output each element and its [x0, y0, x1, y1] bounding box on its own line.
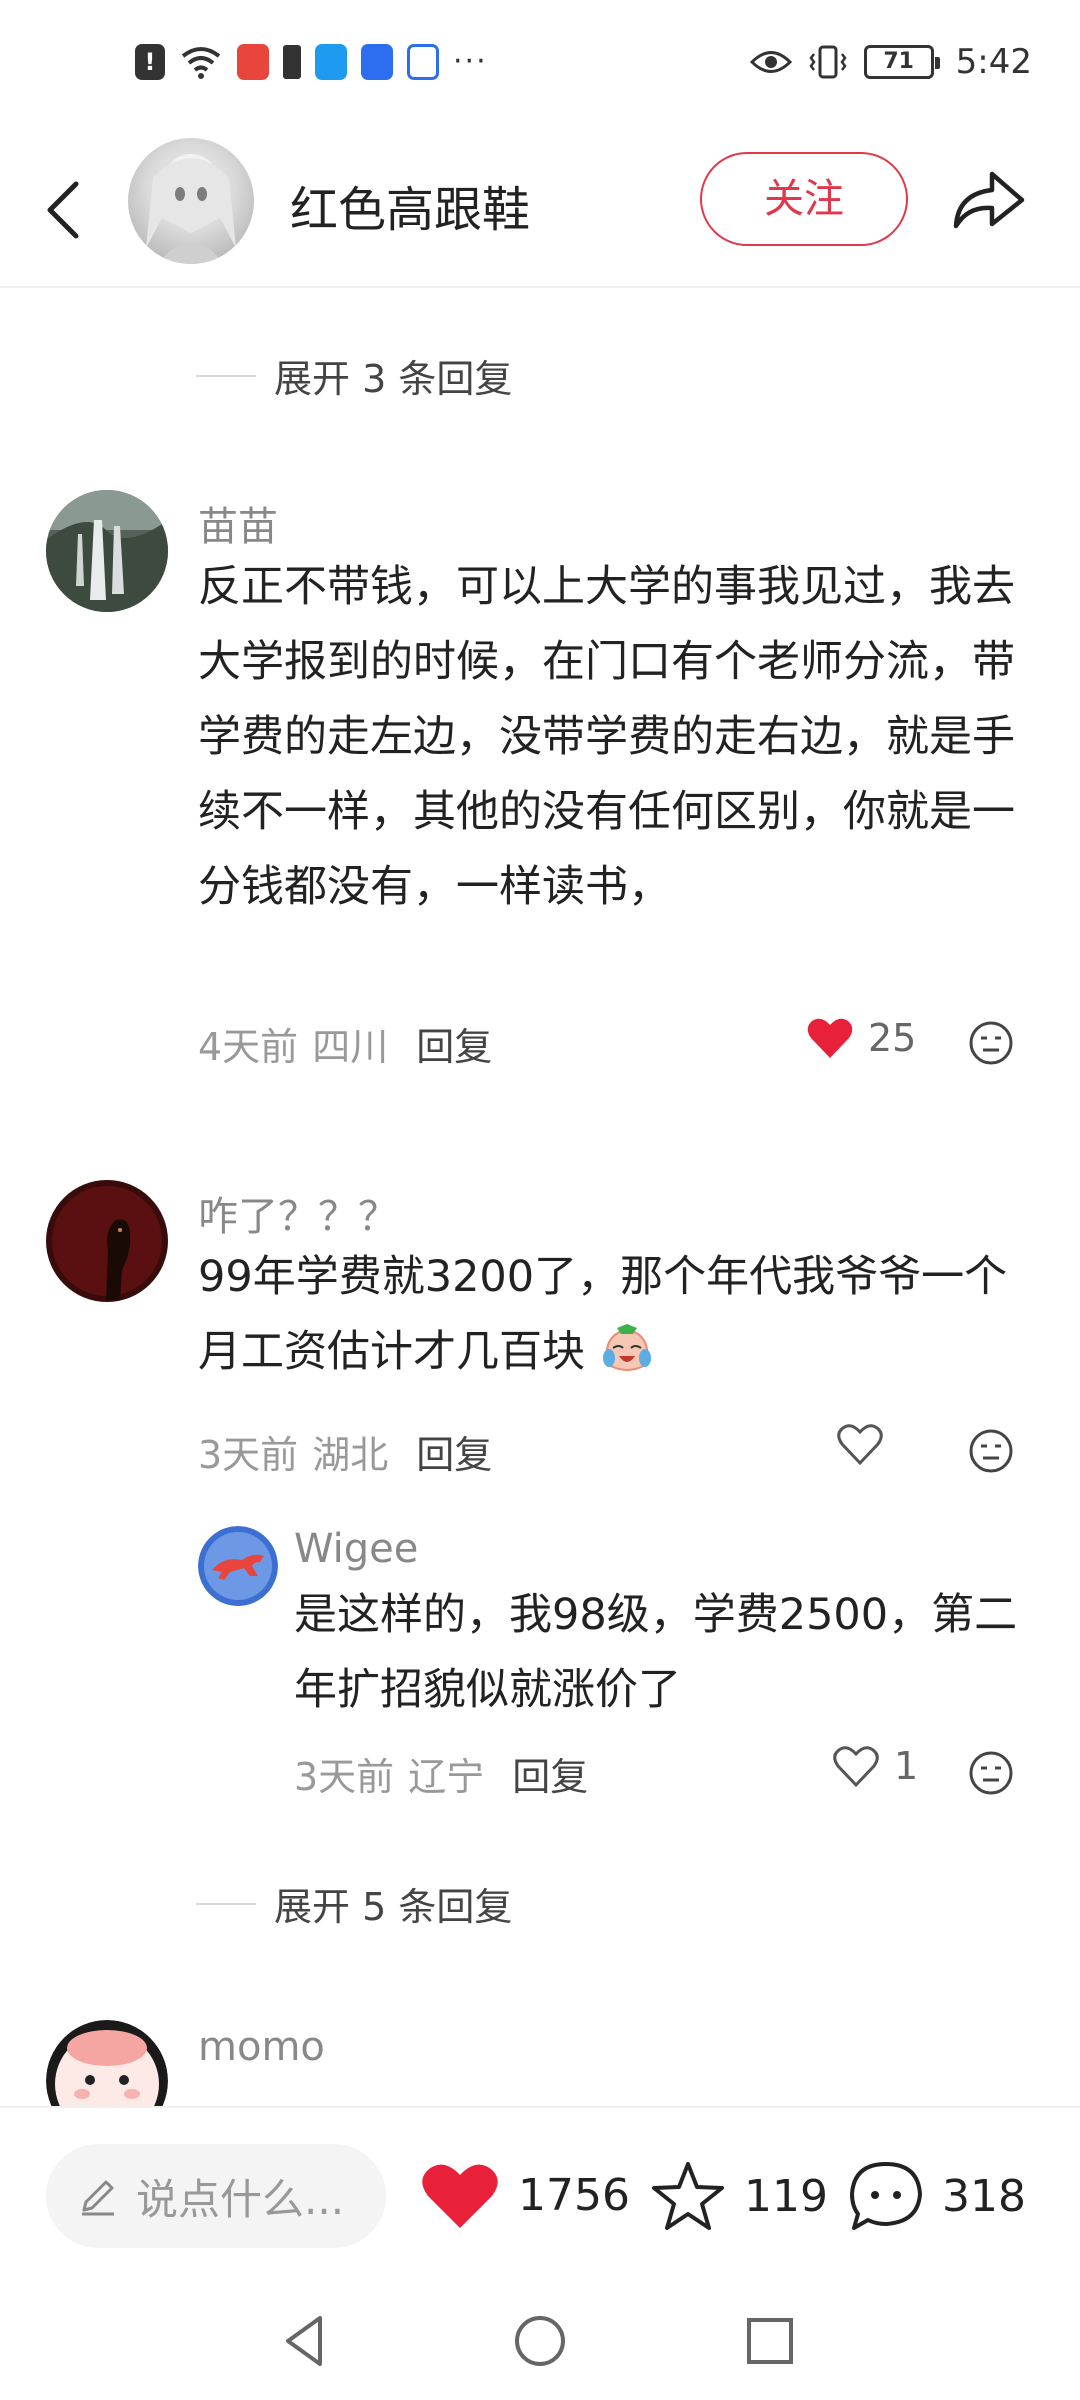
bulb-app-icon: [361, 44, 393, 80]
post-favorite-button[interactable]: 119: [650, 2160, 828, 2232]
comment-list[interactable]: 展开 3 条回复 苗苗 反正不带钱，可以上大学的事我见过，我去大学报到的时候，在…: [0, 290, 1080, 2106]
heart-filled-icon: [422, 2164, 498, 2228]
comment-bubble-icon: [850, 2162, 922, 2230]
like-count: 1: [894, 1744, 919, 1788]
crying-laughing-emoji-icon: [602, 1324, 651, 1371]
eye-comfort-icon: [749, 51, 792, 73]
comment-item: 咋了？？？ 99年学费就3200了，那个年代我爷爷一个月工资估计才几百块 3天前…: [0, 1180, 1080, 1480]
expand-replies-top[interactable]: 展开 3 条回复: [196, 348, 512, 403]
post-comment-button[interactable]: 318: [848, 2160, 1026, 2232]
nav-back-icon[interactable]: [270, 2306, 340, 2376]
post-header: 红色高跟鞋 关注: [0, 130, 1080, 288]
like-button[interactable]: 25: [806, 1016, 916, 1060]
emoji-reaction-icon[interactable]: [968, 1428, 1014, 1474]
emoji-reaction-icon[interactable]: [968, 1750, 1014, 1796]
wifi-icon: [181, 47, 221, 79]
post-like-count: 1756: [518, 2169, 630, 2221]
expand-replies-label: 展开 3 条回复: [274, 357, 513, 401]
star-outline-icon: [652, 2162, 724, 2230]
nav-home-icon[interactable]: [505, 2306, 575, 2376]
replier-avatar[interactable]: [198, 1526, 278, 1606]
battery-icon: 71: [863, 45, 940, 79]
reply-time: 3天前: [294, 1755, 395, 1799]
back-arrow-icon[interactable]: [38, 170, 88, 250]
system-nav-bar: [0, 2282, 1080, 2400]
battery-alert-icon: [283, 45, 301, 79]
commenter-avatar[interactable]: [46, 490, 168, 612]
heart-outline-icon: [833, 1746, 879, 1788]
heart-outline-icon: [837, 1424, 883, 1466]
vibrate-icon: [809, 45, 847, 79]
author-avatar[interactable]: [128, 138, 254, 264]
like-button[interactable]: [836, 1422, 898, 1466]
comment-location: 湖北: [312, 1433, 389, 1477]
waterfall-photo-icon: [46, 490, 168, 612]
comment-item: 苗苗 反正不带钱，可以上大学的事我见过，我去大学报到的时候，在门口有个老师分流，…: [0, 490, 1080, 1069]
commenter-name[interactable]: 苗苗: [198, 494, 278, 552]
comment-input[interactable]: 说点什么...: [46, 2144, 386, 2248]
comment-item: momo: [0, 2020, 1080, 2106]
alert-icon: !: [135, 44, 165, 80]
author-name[interactable]: 红色高跟鞋: [290, 170, 530, 240]
divider: [196, 1902, 256, 1905]
commenter-name[interactable]: 咋了？？？: [198, 1184, 398, 1242]
comment-text: 反正不带钱，可以上大学的事我见过，我去大学报到的时候，在门口有个老师分流，带学费…: [198, 562, 1015, 912]
huawei-app-icon: [237, 44, 269, 80]
emoji-reaction-icon[interactable]: [968, 1020, 1014, 1066]
search-app-icon: [315, 44, 347, 80]
more-notifications-icon: ···: [453, 44, 488, 79]
replier-name[interactable]: Wigee: [294, 1526, 418, 1572]
reply-button[interactable]: 回复: [416, 1016, 492, 1071]
expand-replies-bottom[interactable]: 展开 5 条回复: [196, 1876, 512, 1931]
commenter-name[interactable]: momo: [198, 2024, 325, 2070]
comment-meta: 3天前 湖北 回复: [198, 1424, 492, 1479]
comment-time: 4天前: [198, 1025, 299, 1069]
status-notifications: ! ···: [135, 44, 488, 80]
horse-photo-icon: [46, 1180, 168, 1302]
post-comment-count: 318: [942, 2170, 1026, 2222]
reply-button[interactable]: 回复: [512, 1746, 588, 1801]
comment-input-placeholder: 说点什么...: [136, 2174, 345, 2224]
status-bar: ! ··· 71 5:42: [0, 0, 1080, 130]
share-icon[interactable]: [948, 160, 1028, 240]
cartoon-pig-icon: [46, 2020, 168, 2106]
clock: 5:42: [955, 42, 1032, 82]
comment-time: 3天前: [198, 1433, 299, 1477]
status-system: 71 5:42: [749, 42, 1032, 82]
reply-item: Wigee 是这样的，我98级，学费2500，第二年扩招貌似就涨价了 3天前 辽…: [0, 1526, 1080, 1826]
like-button[interactable]: 1: [832, 1744, 918, 1788]
reply-text: 是这样的，我98级，学费2500，第二年扩招貌似就涨价了: [294, 1590, 1018, 1715]
divider: [196, 374, 256, 377]
like-count: 25: [868, 1016, 917, 1060]
pencil-icon: [82, 2180, 114, 2216]
comment-meta: 4天前 四川 回复: [198, 1016, 492, 1071]
reply-location: 辽宁: [408, 1755, 485, 1799]
bottom-action-bar: 说点什么... 1756 119 318: [0, 2106, 1080, 2282]
follow-button[interactable]: 关注: [700, 152, 908, 246]
horse-logo-icon: [198, 1526, 278, 1606]
reply-button[interactable]: 回复: [416, 1424, 492, 1479]
post-favorite-count: 119: [744, 2170, 828, 2222]
commenter-avatar[interactable]: [46, 1180, 168, 1302]
comment-text: 99年学费就3200了，那个年代我爷爷一个月工资估计才几百块: [198, 1240, 1028, 1390]
expand-replies-label: 展开 5 条回复: [274, 1885, 513, 1929]
baidu-app-icon: [407, 44, 439, 80]
post-like-button[interactable]: 1756: [420, 2160, 630, 2230]
anime-portrait-icon: [146, 154, 236, 264]
heart-filled-icon: [807, 1018, 853, 1058]
commenter-avatar[interactable]: [46, 2020, 168, 2106]
comment-location: 四川: [312, 1025, 389, 1069]
nav-recents-icon[interactable]: [735, 2306, 805, 2376]
reply-meta: 3天前 辽宁 回复: [294, 1746, 588, 1801]
